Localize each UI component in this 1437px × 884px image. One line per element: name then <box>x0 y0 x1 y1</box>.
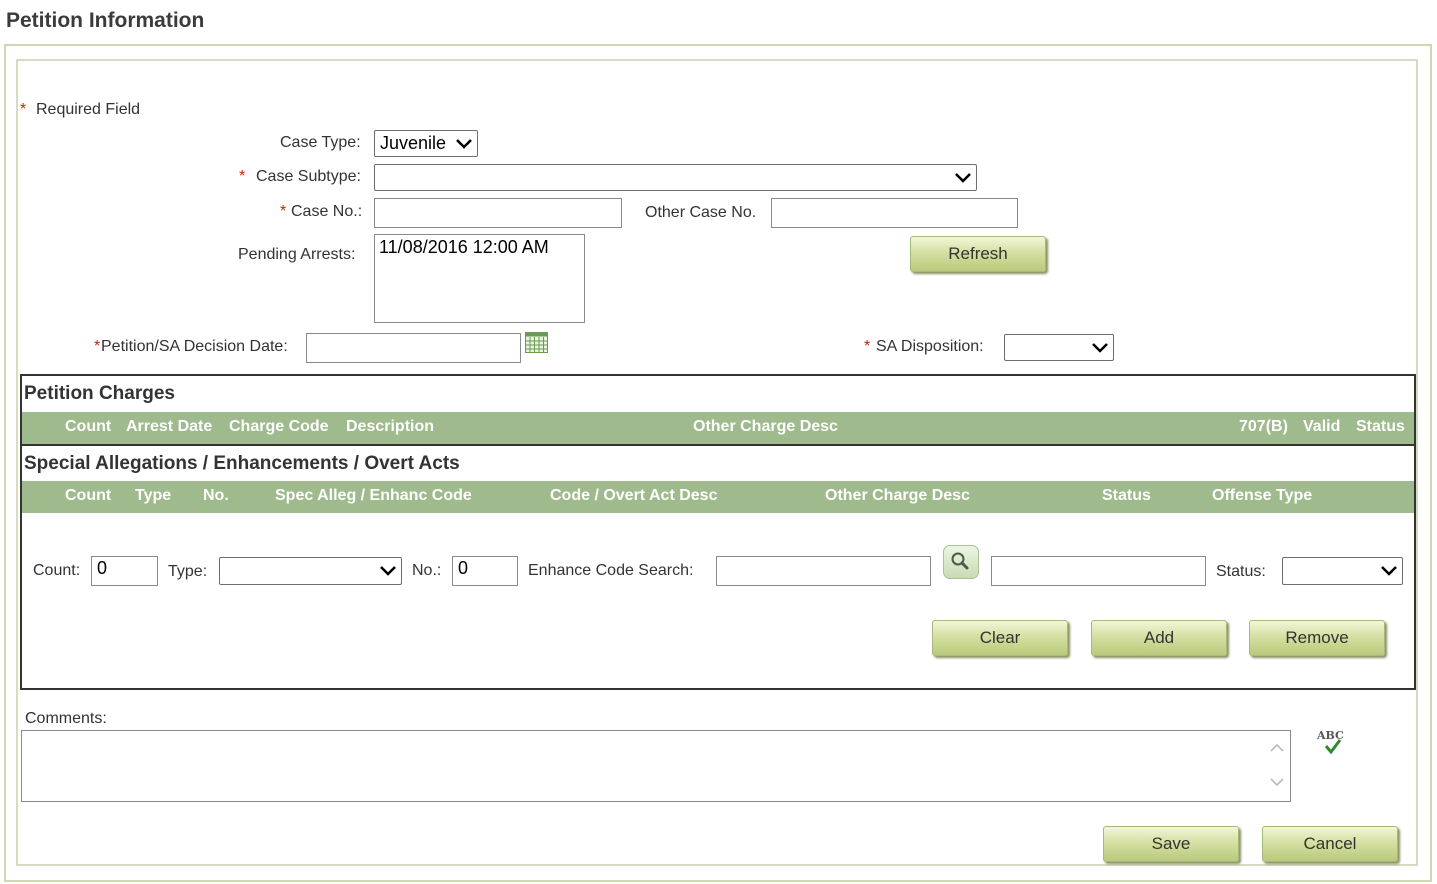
required-marker: * <box>94 338 101 355</box>
case-no-label: Case No.: <box>291 203 363 220</box>
column-header[interactable]: No. <box>203 487 229 505</box>
save-button[interactable]: Save <box>1103 826 1239 862</box>
spellcheck-check-icon <box>1324 739 1342 755</box>
chevron-down-icon <box>380 566 396 576</box>
no-label: No.: <box>412 562 442 579</box>
remove-button[interactable]: Remove <box>1249 620 1385 656</box>
enhance-code-search-input[interactable] <box>716 556 931 586</box>
pending-arrests-listbox[interactable]: 11/08/2016 12:00 AM <box>374 234 585 323</box>
search-button[interactable] <box>943 545 979 579</box>
spellcheck-button[interactable]: ABC <box>1316 729 1348 757</box>
column-header[interactable]: Type <box>135 487 171 505</box>
column-header[interactable]: Count <box>65 418 111 436</box>
count-label: Count: <box>33 562 81 579</box>
list-item[interactable]: 11/08/2016 12:00 AM <box>379 237 580 258</box>
petition-charges-header: Count Arrest Date Charge Code Descriptio… <box>22 412 1414 444</box>
required-marker: * <box>280 203 287 220</box>
case-type-value: Juvenile <box>380 133 447 153</box>
decision-date-label: Petition/SA Decision Date: <box>101 338 288 355</box>
column-header[interactable]: Other Charge Desc <box>825 487 970 505</box>
chevron-down-icon <box>1092 342 1108 353</box>
case-subtype-label: Case Subtype: <box>256 168 361 185</box>
cancel-button[interactable]: Cancel <box>1262 826 1398 862</box>
no-input[interactable]: 0 <box>452 556 518 586</box>
enhance-code-desc-input[interactable] <box>991 556 1206 586</box>
column-header[interactable]: Code / Overt Act Desc <box>550 487 717 505</box>
page-title: Petition Information <box>6 9 205 32</box>
count-input[interactable]: 0 <box>91 556 158 586</box>
add-button[interactable]: Add <box>1091 620 1227 656</box>
case-no-input[interactable] <box>374 198 622 228</box>
comments-textarea[interactable] <box>21 730 1291 802</box>
sa-disposition-select[interactable] <box>1004 334 1114 361</box>
special-allegations-title: Special Allegations / Enhancements / Ove… <box>24 453 460 474</box>
type-label: Type: <box>168 563 208 580</box>
column-header[interactable]: Spec Alleg / Enhanc Code <box>275 487 472 505</box>
petition-charges-title: Petition Charges <box>24 383 175 404</box>
column-header[interactable]: Charge Code <box>229 418 329 436</box>
status-select[interactable] <box>1282 557 1403 585</box>
required-marker: * <box>20 101 27 118</box>
column-header[interactable]: Arrest Date <box>126 418 212 436</box>
petition-charges-section: Petition Charges Count Arrest Date Charg… <box>20 374 1416 446</box>
scroll-down-icon[interactable] <box>1269 777 1285 787</box>
case-type-label: Case Type: <box>280 134 361 151</box>
chevron-down-icon <box>456 138 472 149</box>
other-case-no-input[interactable] <box>771 198 1018 228</box>
decision-date-input[interactable] <box>306 333 521 363</box>
column-header[interactable]: Other Charge Desc <box>693 418 838 436</box>
case-type-select[interactable]: Juvenile <box>374 130 478 157</box>
required-marker: * <box>864 338 871 355</box>
sa-disposition-label: SA Disposition: <box>876 338 984 355</box>
calendar-icon[interactable] <box>525 332 548 353</box>
chevron-down-icon <box>1381 566 1397 576</box>
search-icon <box>951 552 969 570</box>
other-case-no-label: Other Case No. <box>645 204 757 221</box>
pending-arrests-label: Pending Arrests: <box>238 246 356 263</box>
comments-scrollbar[interactable] <box>1264 731 1290 801</box>
column-header[interactable]: Count <box>65 487 111 505</box>
column-header[interactable]: Status <box>1356 418 1405 436</box>
chevron-down-icon <box>955 172 971 183</box>
special-allegations-header: Count Type No. Spec Alleg / Enhanc Code … <box>22 481 1414 513</box>
column-header[interactable]: Valid <box>1303 418 1340 436</box>
type-select[interactable] <box>219 557 402 585</box>
column-header[interactable]: 707(B) <box>1239 418 1288 436</box>
column-header[interactable]: Status <box>1102 487 1151 505</box>
refresh-button[interactable]: Refresh <box>910 236 1046 272</box>
required-note: Required Field <box>36 101 141 118</box>
case-subtype-select[interactable] <box>374 164 977 191</box>
required-marker: * <box>239 168 246 185</box>
comments-label: Comments: <box>25 710 107 727</box>
scroll-up-icon[interactable] <box>1269 743 1285 753</box>
status-label: Status: <box>1216 563 1266 580</box>
column-header[interactable]: Offense Type <box>1212 487 1312 505</box>
enhance-code-search-label: Enhance Code Search: <box>528 562 694 579</box>
column-header[interactable]: Description <box>346 418 434 436</box>
clear-button[interactable]: Clear <box>932 620 1068 656</box>
